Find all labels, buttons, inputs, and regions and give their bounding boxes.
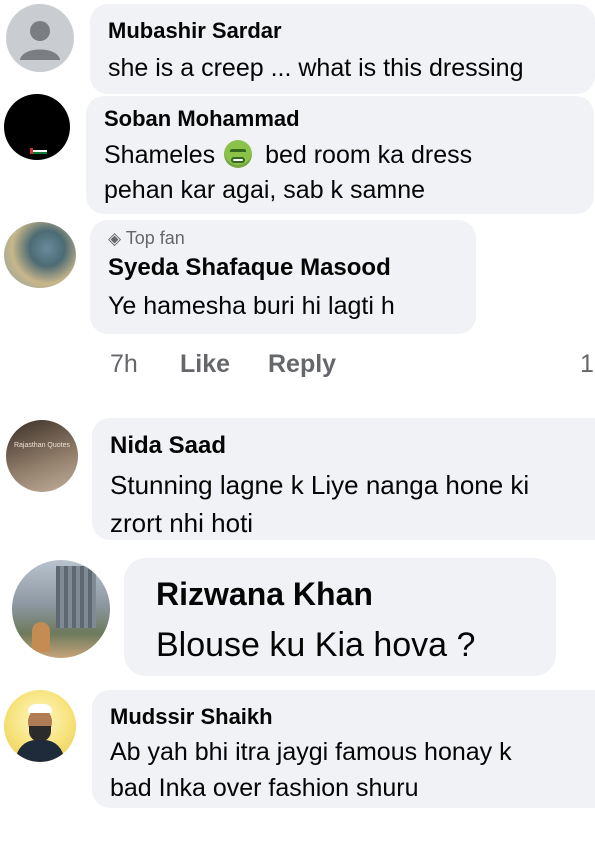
comment-text-line1: Shameles bed room ka dress	[104, 140, 472, 170]
comment-text: Ye hamesha buri hi lagti h	[108, 292, 395, 320]
avatar[interactable]	[4, 94, 70, 160]
comment-text-part: Shameles	[104, 141, 216, 169]
comment-author[interactable]: Mudssir Shaikh	[110, 704, 273, 730]
comment-text-line2: zrort nhi hoti	[110, 508, 254, 538]
shirt-shape	[16, 740, 64, 762]
comment-timestamp: 7h	[110, 350, 138, 378]
avatar[interactable]	[4, 222, 76, 288]
diamond-icon: ◈	[108, 229, 122, 248]
comment-text: she is a creep ... what is this dressing	[108, 54, 524, 82]
comment-author[interactable]: Mubashir Sardar	[108, 18, 282, 44]
comment-text-part: bed room ka dress	[265, 141, 473, 169]
default-profile-icon	[20, 21, 60, 60]
top-fan-badge: ◈ Top fan	[108, 228, 185, 249]
building-shape	[56, 566, 96, 628]
reaction-count[interactable]: 1	[580, 350, 594, 379]
comment-author[interactable]: Rizwana Khan	[156, 576, 373, 613]
comment-author[interactable]: Nida Saad	[110, 432, 226, 460]
nauseated-face-icon	[224, 140, 253, 168]
flag-icon	[30, 148, 47, 154]
avatar[interactable]: Rajasthan Quotes	[6, 420, 78, 492]
avatar-watermark: Rajasthan Quotes	[13, 442, 71, 449]
comment-author[interactable]: Soban Mohammad	[104, 106, 300, 132]
avatar[interactable]	[12, 560, 110, 658]
avatar[interactable]	[6, 4, 74, 72]
reply-button[interactable]: Reply	[268, 350, 336, 379]
comment-text-line2: bad Inka over fashion shuru	[110, 774, 419, 802]
cap-shape	[28, 704, 52, 713]
badge-label: Top fan	[125, 228, 185, 248]
comment-text: Blouse ku Kia hova ?	[156, 626, 476, 664]
comment-text-line1: Ab yah bhi itra jaygi famous honay k	[110, 738, 512, 766]
comment-text-line2: pehan kar agai, sab k samne	[104, 176, 426, 204]
person-shape	[32, 622, 50, 652]
comment-author[interactable]: Syeda Shafaque Masood	[108, 254, 391, 282]
like-button[interactable]: Like	[180, 350, 230, 379]
avatar[interactable]	[4, 690, 76, 762]
comment-text-line1: Stunning lagne k Liye nanga hone ki	[110, 470, 530, 500]
